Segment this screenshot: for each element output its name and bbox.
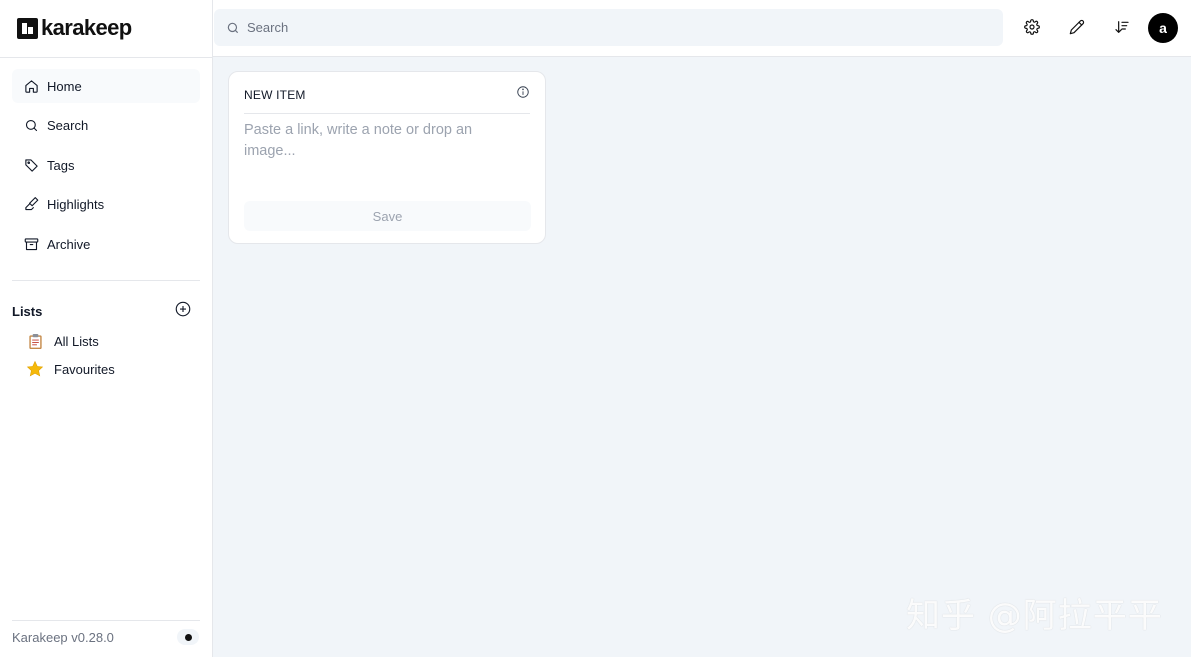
list-item-favourites[interactable]: Favourites [26, 359, 115, 379]
list-item-label: Favourites [54, 361, 115, 377]
search-input[interactable] [247, 20, 947, 35]
sidebar-item-highlights[interactable]: Highlights [12, 188, 200, 222]
list-item-label: All Lists [54, 333, 99, 349]
sidebar-item-search[interactable]: Search [12, 109, 200, 143]
app-name: karakeep [41, 15, 132, 40]
sidebar-item-label: Highlights [47, 197, 105, 212]
sidebar-nav: Home Search Tags Highlights Archive [12, 69, 200, 267]
app-version: Karakeep v0.28.0 [12, 630, 114, 645]
sidebar-divider [0, 57, 212, 58]
settings-button[interactable] [1022, 17, 1042, 37]
tag-icon [23, 157, 39, 173]
highlighter-icon [23, 197, 39, 213]
lists-header: Lists [12, 300, 192, 323]
home-icon [23, 78, 39, 94]
pencil-icon [1069, 19, 1085, 35]
search-icon [227, 22, 239, 33]
search-icon [23, 118, 39, 134]
top-bar: a [213, 0, 1191, 57]
new-item-input[interactable] [244, 120, 499, 180]
sidebar-item-label: Tags [47, 157, 75, 173]
watermark: 知乎 @阿拉平平 [906, 596, 1163, 636]
edit-button[interactable] [1067, 17, 1087, 37]
lists-title: Lists [12, 304, 43, 319]
new-item-card: NEW ITEM Save [228, 71, 546, 244]
sidebar-item-tags[interactable]: Tags [12, 148, 200, 182]
save-button[interactable]: Save [244, 201, 531, 231]
info-icon[interactable] [516, 85, 532, 101]
archive-icon [23, 236, 39, 252]
star-icon [26, 360, 44, 378]
sort-icon [1115, 21, 1129, 33]
app-logo[interactable]: karakeep [17, 15, 132, 41]
theme-toggle-dot-icon [184, 633, 192, 641]
lists: All Lists Favourites [26, 331, 115, 387]
theme-toggle[interactable] [177, 629, 199, 645]
logo-icon [17, 17, 38, 39]
sidebar-item-home[interactable]: Home [12, 69, 200, 103]
sidebar-divider [12, 280, 200, 281]
sidebar-item-label: Home [47, 78, 82, 94]
sort-button[interactable] [1112, 17, 1132, 37]
add-list-icon[interactable] [174, 300, 192, 323]
card-divider [244, 113, 530, 114]
new-item-title: NEW ITEM [244, 88, 306, 102]
user-avatar[interactable]: a [1148, 13, 1178, 43]
gear-icon [1024, 19, 1040, 35]
sidebar-item-archive[interactable]: Archive [12, 227, 200, 261]
sidebar-item-label: Archive [47, 236, 91, 252]
sidebar: karakeep Home Search Tags Highlights Arc… [0, 0, 213, 657]
search-bar[interactable] [214, 9, 1003, 46]
sidebar-item-label: Search [47, 118, 89, 133]
sidebar-divider [12, 620, 200, 621]
clipboard-icon [26, 332, 44, 350]
list-item-all-lists[interactable]: All Lists [26, 331, 115, 351]
